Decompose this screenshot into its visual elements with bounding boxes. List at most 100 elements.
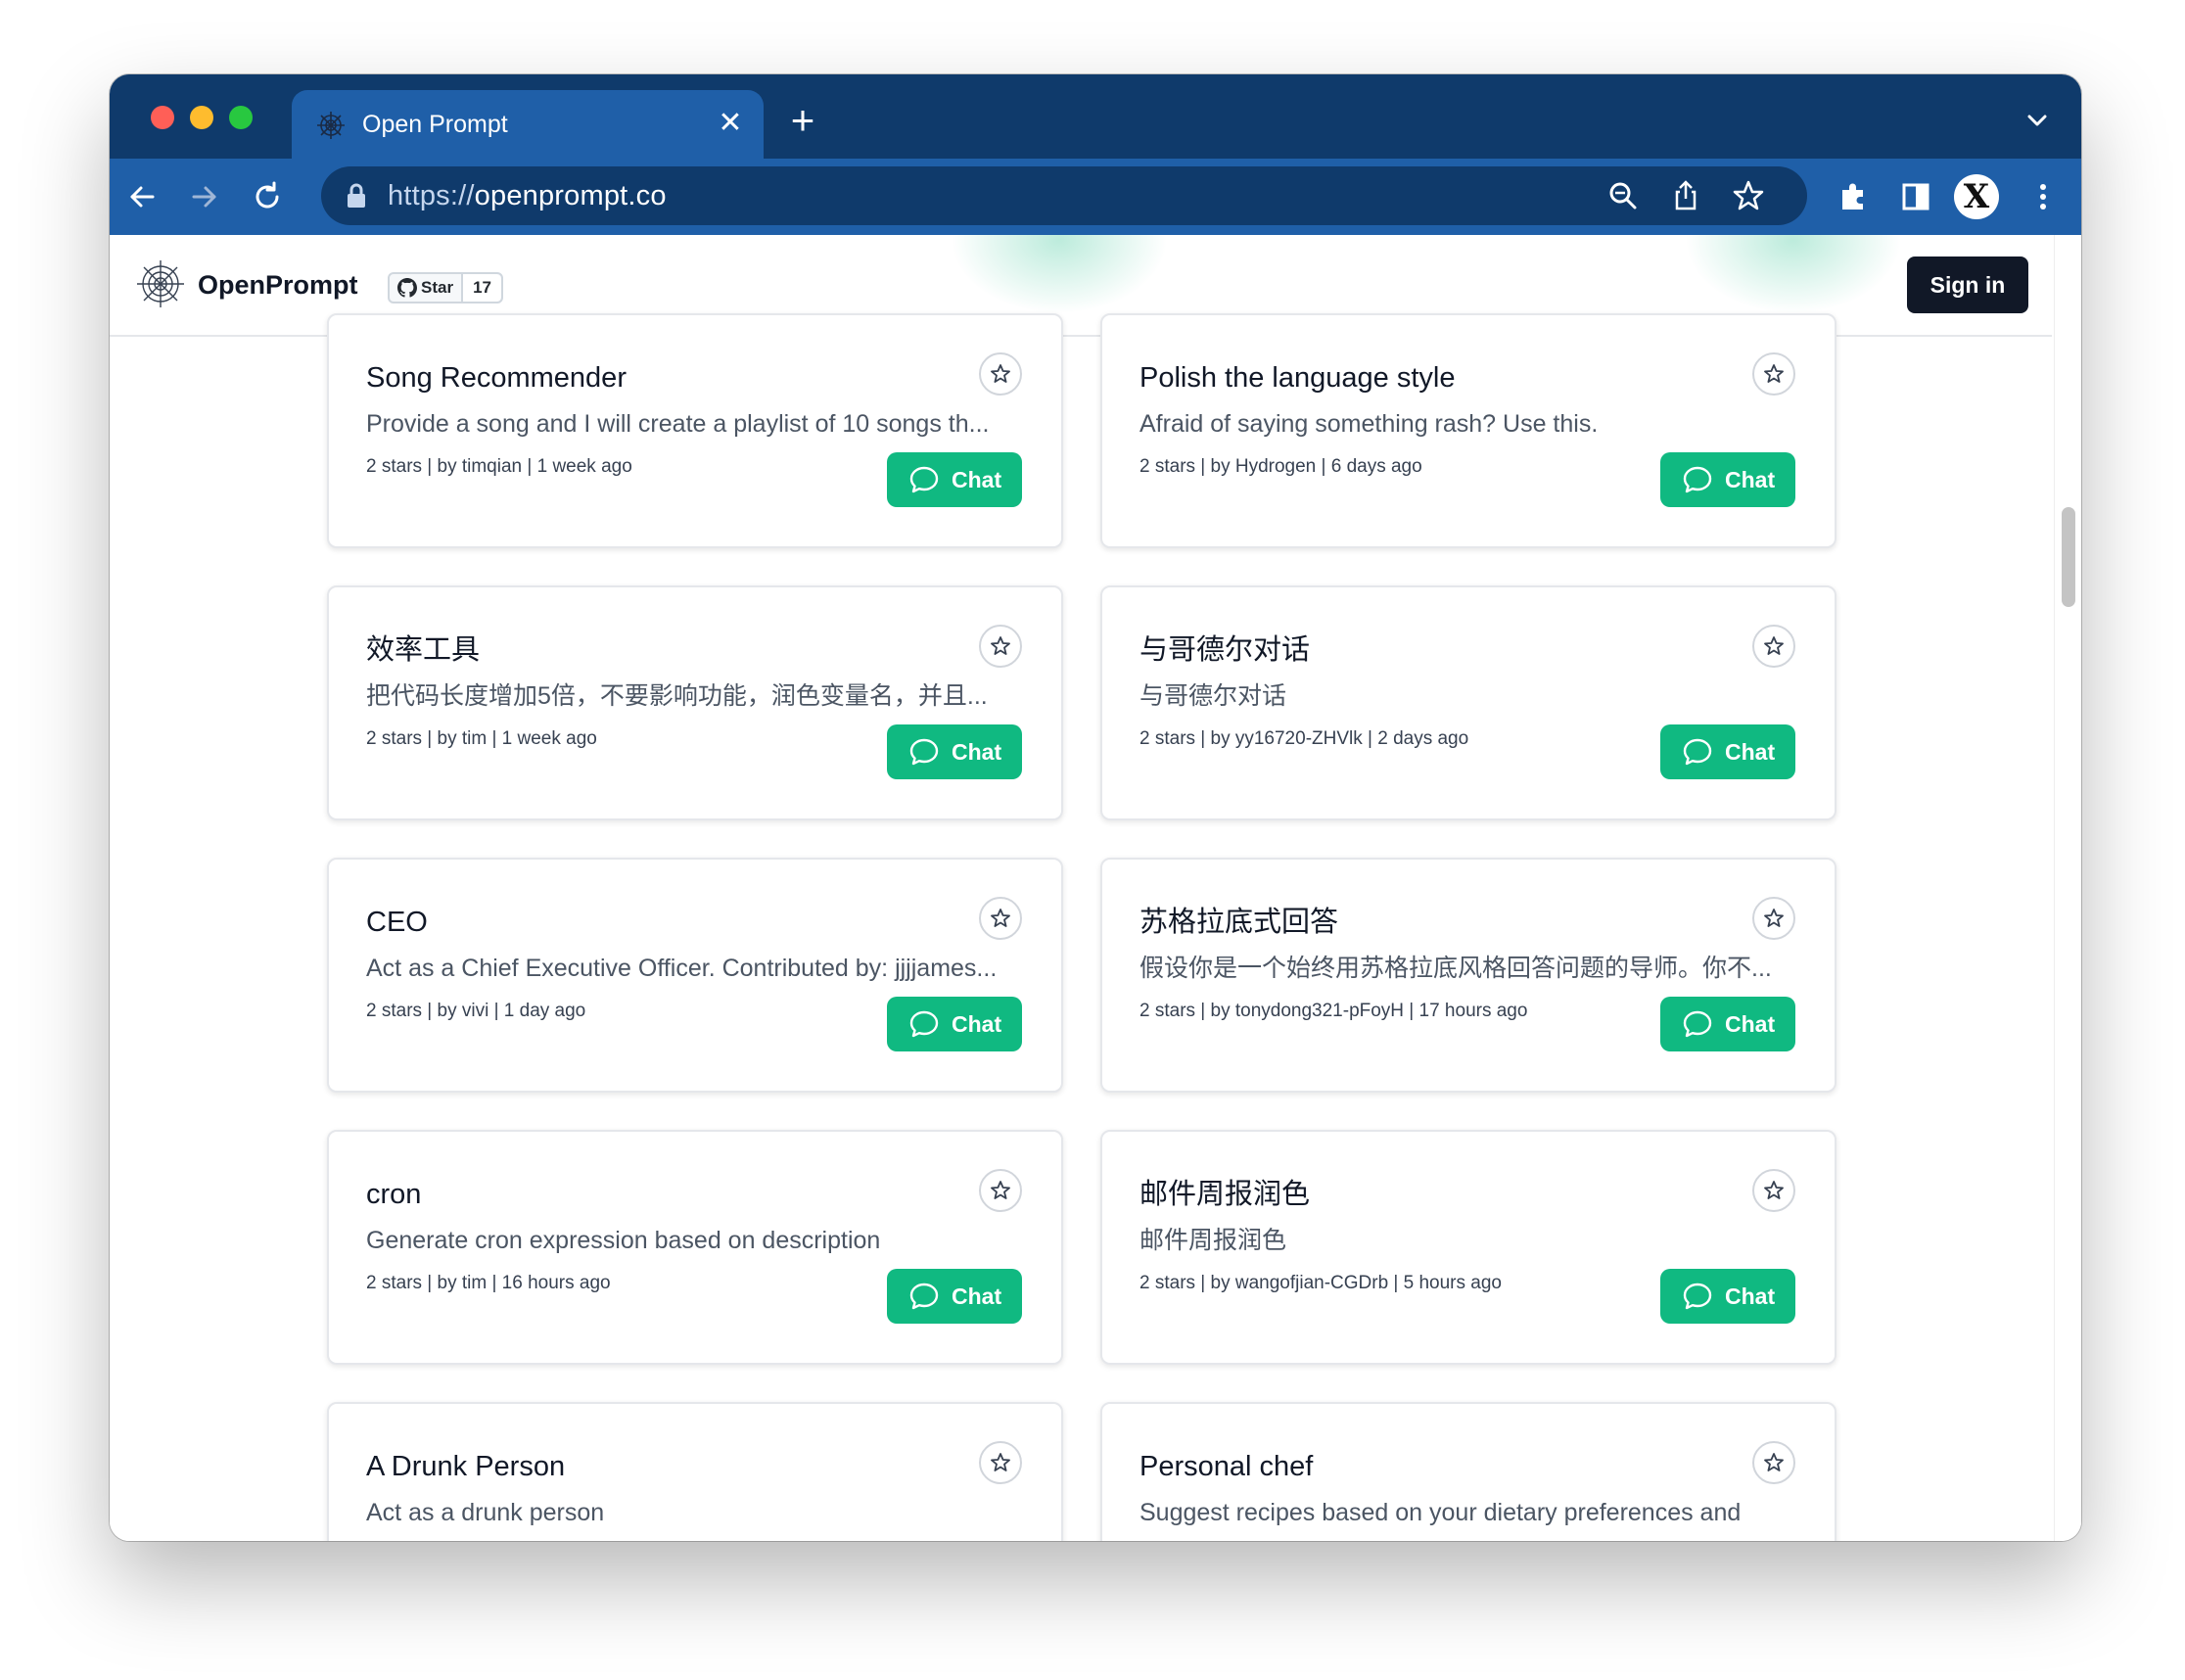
minimize-window-button[interactable] (190, 106, 213, 129)
url-scheme: https:// (388, 180, 475, 211)
browser-window: Open Prompt ✕ + https://openprompt.co X … (110, 74, 2081, 1541)
chat-button[interactable]: Chat (887, 452, 1022, 507)
chat-button[interactable]: Chat (1660, 997, 1795, 1051)
more-vert-icon[interactable] (2024, 178, 2062, 215)
prompt-description: 邮件周报润色 (1139, 1227, 1287, 1254)
prompt-meta: 2 stars | by tim | 1 week ago (366, 728, 597, 749)
star-prompt-button[interactable] (1752, 352, 1795, 396)
prompt-meta: 2 stars | by yy16720-ZHVlk | 2 days ago (1139, 728, 1469, 749)
prompt-meta: 2 stars | by tonydong321-pFoyH | 17 hour… (1139, 1001, 1528, 1021)
prompt-card[interactable]: Polish the language style Afraid of sayi… (1100, 313, 1836, 548)
sign-in-button[interactable]: Sign in (1907, 257, 2028, 313)
plus-icon[interactable]: + (785, 100, 820, 141)
prompt-card[interactable]: A Drunk Person Act as a drunk person (327, 1402, 1063, 1541)
chat-bubble-icon (909, 738, 939, 766)
prompt-card[interactable]: 苏格拉底式回答 假设你是一个始终用苏格拉底风格回答问题的导师。你不... 2 s… (1100, 858, 1836, 1093)
chevron-down-icon[interactable] (2022, 106, 2052, 135)
prompt-card[interactable]: 邮件周报润色 邮件周报润色 2 stars | by wangofjian-CG… (1100, 1130, 1836, 1365)
chat-bubble-icon (909, 1010, 939, 1038)
bookmark-star-icon[interactable] (1731, 178, 1766, 213)
prompt-description: 假设你是一个始终用苏格拉底风格回答问题的导师。你不... (1139, 955, 1772, 982)
github-star-label-group[interactable]: Star (390, 274, 464, 302)
prompt-card[interactable]: 与哥德尔对话 与哥德尔对话 2 stars | by yy16720-ZHVlk… (1100, 585, 1836, 820)
chat-button-label: Chat (1725, 739, 1776, 765)
chat-button-label: Chat (952, 739, 1002, 765)
spider-web-icon (317, 112, 345, 139)
chat-button-label: Chat (1725, 1011, 1776, 1037)
chat-button[interactable]: Chat (1660, 452, 1795, 507)
prompt-card[interactable]: CEO Act as a Chief Executive Officer. Co… (327, 858, 1063, 1093)
prompt-title[interactable]: 苏格拉底式回答 (1139, 903, 1338, 942)
prompt-title[interactable]: Polish the language style (1139, 358, 1455, 397)
chat-button[interactable]: Chat (1660, 724, 1795, 779)
chat-button-label: Chat (952, 467, 1002, 492)
chat-button[interactable]: Chat (887, 724, 1022, 779)
prompt-card[interactable]: Song Recommender Provide a song and I wi… (327, 313, 1063, 548)
github-star-label: Star (421, 278, 454, 297)
url-text[interactable]: https://openprompt.co (388, 178, 667, 213)
prompt-meta: 2 stars | by Hydrogen | 6 days ago (1139, 456, 1422, 477)
back-arrow-icon[interactable] (123, 178, 161, 215)
chat-button[interactable]: Chat (1660, 1269, 1795, 1324)
decorative-glow (1686, 235, 1901, 313)
github-icon (397, 278, 417, 298)
reload-icon[interactable] (249, 178, 286, 215)
prompt-description: Act as a drunk person (366, 1499, 605, 1526)
maximize-window-button[interactable] (229, 106, 253, 129)
star-prompt-button[interactable] (979, 1441, 1022, 1484)
star-icon (991, 364, 1010, 383)
star-prompt-button[interactable] (1752, 897, 1795, 940)
chat-button[interactable]: Chat (887, 997, 1022, 1051)
prompt-title[interactable]: CEO (366, 903, 428, 942)
github-star-count[interactable]: 17 (463, 274, 501, 302)
decorative-glow (952, 235, 1167, 313)
site-logo-text[interactable]: OpenPrompt (198, 268, 358, 302)
page-scrollbar-thumb[interactable] (2062, 507, 2075, 607)
star-icon (1764, 636, 1784, 655)
star-icon (1764, 1181, 1784, 1199)
chat-button-label: Chat (952, 1283, 1002, 1309)
prompt-description: 把代码长度增加5倍，不要影响功能，润色变量名，并且... (366, 682, 988, 710)
extensions-icon[interactable] (1835, 178, 1872, 215)
prompt-card[interactable]: cron Generate cron expression based on d… (327, 1130, 1063, 1365)
address-bar[interactable]: https://openprompt.co (321, 166, 1807, 225)
star-prompt-button[interactable] (979, 352, 1022, 396)
prompt-meta: 2 stars | by vivi | 1 day ago (366, 1001, 586, 1021)
prompt-title[interactable]: 邮件周报润色 (1139, 1175, 1310, 1214)
star-icon (991, 1453, 1010, 1471)
prompt-title[interactable]: 与哥德尔对话 (1139, 630, 1310, 670)
share-icon[interactable] (1668, 178, 1703, 213)
tab-open-prompt[interactable]: Open Prompt ✕ (292, 90, 764, 159)
star-prompt-button[interactable] (979, 625, 1022, 668)
url-host: openprompt.co (474, 180, 667, 211)
star-prompt-button[interactable] (1752, 1441, 1795, 1484)
star-icon (991, 636, 1010, 655)
zoom-icon[interactable] (1605, 178, 1641, 213)
forward-arrow-icon[interactable] (186, 178, 223, 215)
close-icon[interactable]: ✕ (715, 108, 746, 139)
chat-button[interactable]: Chat (887, 1269, 1022, 1324)
star-prompt-button[interactable] (1752, 1169, 1795, 1212)
page-scrollbar-track[interactable] (2054, 235, 2081, 1541)
tab-strip: Open Prompt ✕ + (110, 74, 2081, 159)
prompt-title[interactable]: cron (366, 1175, 421, 1214)
profile-avatar[interactable]: X (1954, 174, 1999, 219)
star-prompt-button[interactable] (979, 1169, 1022, 1212)
prompt-card[interactable]: Personal chef Suggest recipes based on y… (1100, 1402, 1836, 1541)
star-prompt-button[interactable] (979, 897, 1022, 940)
chat-bubble-icon (1683, 738, 1712, 766)
prompt-title[interactable]: Song Recommender (366, 358, 627, 397)
prompt-title[interactable]: 效率工具 (366, 630, 480, 670)
prompt-meta: 2 stars | by tim | 16 hours ago (366, 1273, 611, 1293)
prompt-card[interactable]: 效率工具 把代码长度增加5倍，不要影响功能，润色变量名，并且... 2 star… (327, 585, 1063, 820)
chat-bubble-icon (1683, 466, 1712, 493)
prompt-title[interactable]: Personal chef (1139, 1447, 1313, 1486)
github-star-button[interactable]: Star 17 (388, 272, 503, 303)
lock-icon[interactable] (345, 182, 368, 210)
close-window-button[interactable] (151, 106, 174, 129)
prompt-title[interactable]: A Drunk Person (366, 1447, 565, 1486)
prompt-description: Afraid of saying something rash? Use thi… (1139, 410, 1599, 438)
star-prompt-button[interactable] (1752, 625, 1795, 668)
sidebar-icon[interactable] (1897, 178, 1934, 215)
spider-web-icon[interactable] (135, 258, 186, 309)
